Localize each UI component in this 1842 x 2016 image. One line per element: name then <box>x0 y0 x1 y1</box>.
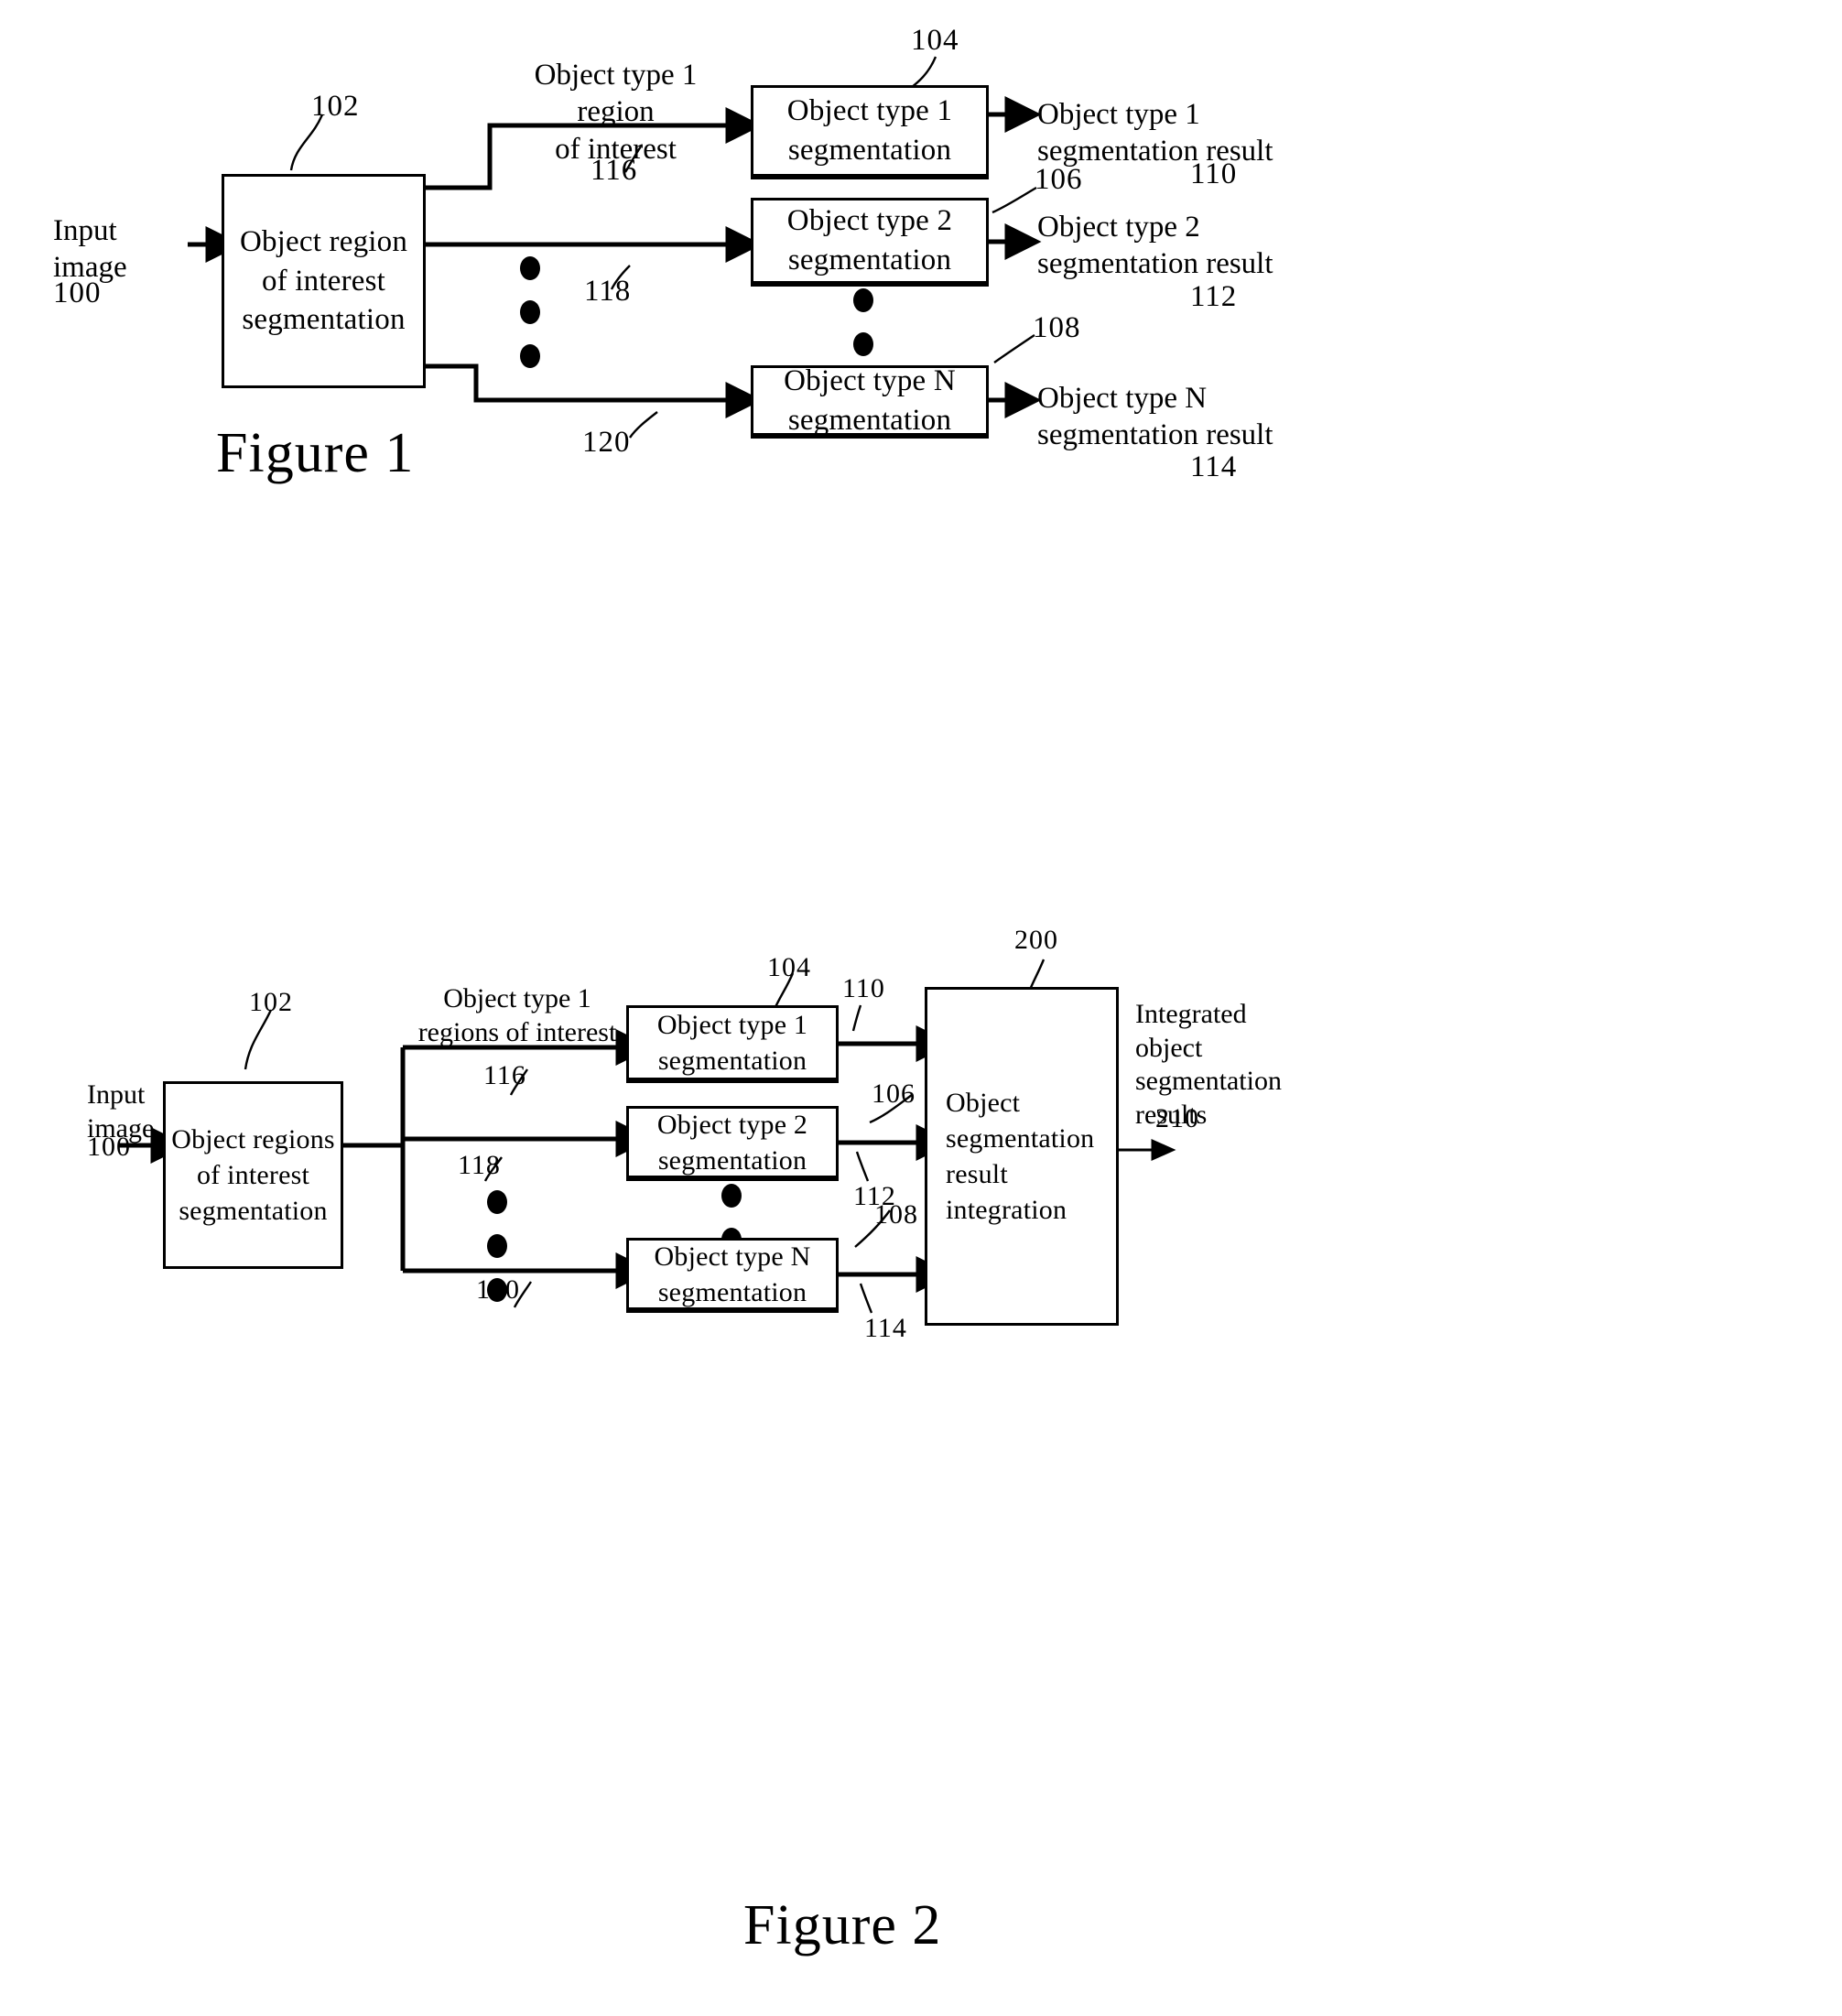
fig1-output-label-2: Object type 2 segmentation result <box>1037 211 1273 281</box>
fig2-ref-112: 112 <box>853 1181 896 1211</box>
fig1-ref-104: 104 <box>911 24 959 57</box>
fig2-input-ref-100: 100 <box>87 1132 131 1162</box>
fig2-leader-112 <box>855 1151 870 1182</box>
fig1-block-roi-segmentation[interactable]: Object region of interest segmentation <box>222 174 426 388</box>
fig1-block-object-type-n-segmentation[interactable]: Object type N segmentation <box>751 363 989 439</box>
fig1-output-label-1: Object type 1 segmentation result <box>1037 98 1273 168</box>
fig2-ref-210: 210 <box>1155 1103 1199 1133</box>
fig2-ref-110: 110 <box>842 973 885 1003</box>
fig2-block-roi-segmentation[interactable]: Object regions of interest segmentation <box>163 1081 343 1269</box>
fig1-edge-label-116: Object type 1 region of interest <box>534 59 698 166</box>
fig2-ref-106: 106 <box>872 1078 916 1109</box>
fig2-block-segmentation-result-integration[interactable]: Object segmentation result integration <box>925 987 1119 1326</box>
fig1-caption: Figure 1 <box>216 422 415 484</box>
fig2-block-object-type-1-segmentation[interactable]: Object type 1 segmentation <box>626 1005 839 1083</box>
fig1-leader-106 <box>991 186 1037 214</box>
fig1-block-roi-label: Object region of interest segmentation <box>239 224 408 337</box>
fig1-ref-116: 116 <box>591 154 638 187</box>
fig1-ref-108: 108 <box>1033 311 1081 344</box>
fig2-block-roi-label: Object regions of interest segmentation <box>171 1124 335 1226</box>
fig2-ref-200: 200 <box>1014 925 1058 955</box>
fig1-roi-ellipsis <box>520 256 540 388</box>
fig2-block-object-type-2-segmentation[interactable]: Object type 2 segmentation <box>626 1106 839 1181</box>
fig2-block-seg1-label: Object type 1 segmentation <box>656 1010 808 1076</box>
fig2-block-integration-label: Object segmentation result integration <box>946 1088 1095 1225</box>
fig2-edge-label-116: Object type 1 regions of interest <box>417 983 617 1047</box>
fig2-roi-ellipsis <box>487 1190 507 1322</box>
fig1-input-ref-100: 100 <box>53 276 102 309</box>
fig1-ref-112: 112 <box>1190 280 1238 313</box>
fig2-caption: Figure 2 <box>743 1894 942 1956</box>
fig2-ref-114: 114 <box>864 1313 907 1343</box>
fig1-ref-120: 120 <box>582 426 631 459</box>
fig2-leader-110 <box>851 1004 862 1032</box>
patent-drawing-page: Input image 100 Object region of interes… <box>0 0 1842 2016</box>
fig2-ref-104: 104 <box>767 952 811 982</box>
fig1-leader-108 <box>993 334 1035 363</box>
fig1-leader-120 <box>629 411 658 439</box>
fig1-block-object-type-2-segmentation[interactable]: Object type 2 segmentation <box>751 198 989 287</box>
fig2-leader-102 <box>244 1009 273 1070</box>
fig2-ref-116: 116 <box>483 1060 526 1090</box>
fig1-ref-102: 102 <box>311 90 360 123</box>
fig1-edge-120 <box>426 363 763 418</box>
fig1-input-label: Input image <box>53 214 127 285</box>
fig1-block-segN-label: Object type N segmentation <box>784 363 956 437</box>
fig2-ref-102: 102 <box>249 987 293 1017</box>
fig1-block-object-type-1-segmentation[interactable]: Object type 1 segmentation <box>751 85 989 179</box>
fig1-block-seg1-label: Object type 1 segmentation <box>786 94 953 167</box>
fig2-block-seg2-label: Object type 2 segmentation <box>656 1109 808 1176</box>
fig2-block-object-type-n-segmentation[interactable]: Object type N segmentation <box>626 1238 839 1313</box>
fig1-ref-110: 110 <box>1190 157 1238 190</box>
fig2-leader-114 <box>859 1283 873 1314</box>
fig2-ref-118: 118 <box>458 1150 501 1180</box>
fig1-block-seg2-label: Object type 2 segmentation <box>786 204 953 276</box>
fig2-block-segN-label: Object type N segmentation <box>654 1241 811 1307</box>
fig1-ref-114: 114 <box>1190 450 1238 483</box>
fig1-ref-118: 118 <box>584 275 632 308</box>
fig1-output-label-n: Object type N segmentation result <box>1037 382 1273 452</box>
